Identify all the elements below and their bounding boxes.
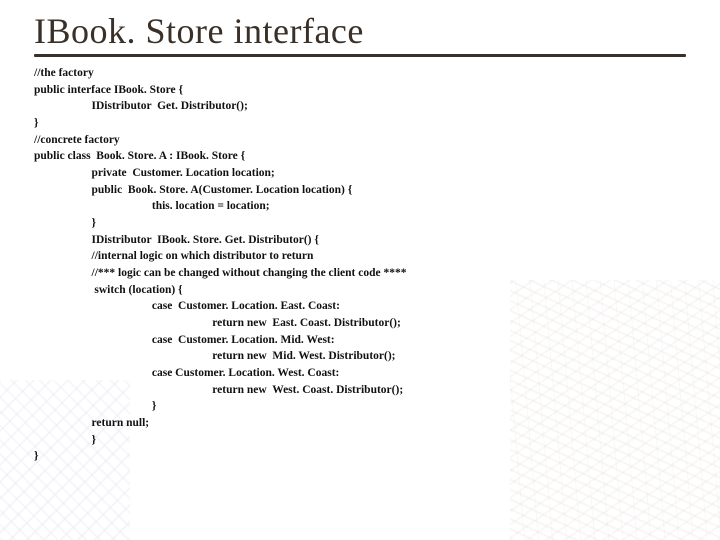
slide-title: IBook. Store interface (34, 10, 686, 52)
title-underline (34, 54, 686, 57)
slide: IBook. Store interface //the factory pub… (0, 0, 720, 540)
code-block: //the factory public interface IBook. St… (34, 65, 686, 465)
